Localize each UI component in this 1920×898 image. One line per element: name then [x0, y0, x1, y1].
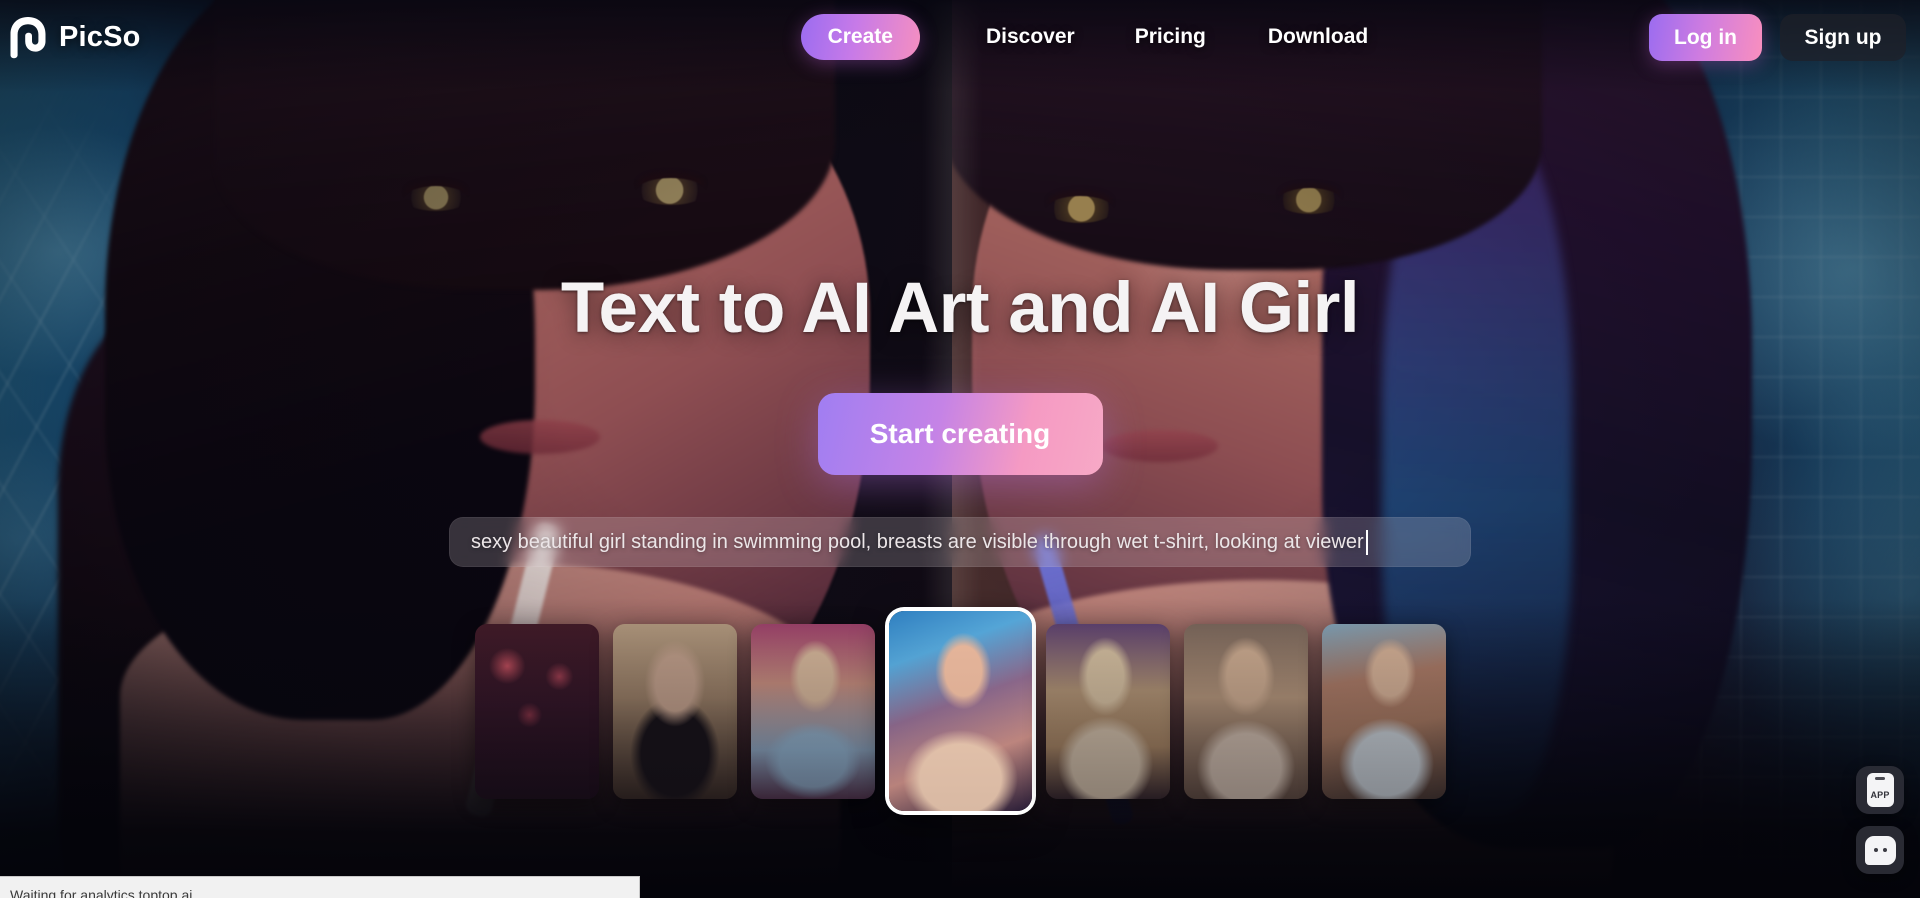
mobile-app-icon: APP	[1866, 773, 1894, 807]
create-button[interactable]: Create	[800, 14, 920, 60]
thumbnail-2[interactable]	[612, 623, 737, 799]
picso-logo-icon	[10, 17, 46, 59]
top-navigation-bar: PicSo Create Discover Pricing Download L…	[0, 0, 1920, 74]
nav-link-download[interactable]: Download	[1268, 17, 1368, 57]
floating-side-widgets: APP	[1856, 766, 1904, 874]
browser-status-bar: Waiting for analytics.toptop.ai...	[0, 876, 640, 898]
prompt-input[interactable]: sexy beautiful girl standing in swimming…	[449, 517, 1471, 567]
thumbnail-5[interactable]	[1045, 623, 1170, 799]
page-title: Text to AI Art and AI Girl	[560, 269, 1360, 348]
signup-button[interactable]: Sign up	[1780, 14, 1906, 61]
login-button[interactable]: Log in	[1649, 14, 1762, 61]
start-creating-button[interactable]: Start creating	[817, 393, 1103, 475]
thumbnail-7[interactable]	[1321, 623, 1446, 799]
thumbnail-6[interactable]	[1183, 623, 1308, 799]
nav-auth-group: Log in Sign up	[1649, 14, 1906, 61]
chat-dot-2	[1882, 848, 1887, 852]
thumbnail-strip	[474, 611, 1446, 811]
thumbnail-3[interactable]	[750, 623, 875, 799]
thumbnail-1[interactable]	[474, 623, 599, 799]
chat-support-button[interactable]	[1856, 826, 1904, 874]
app-download-button[interactable]: APP	[1856, 766, 1904, 814]
nav-link-discover[interactable]: Discover	[986, 17, 1075, 57]
status-text: Waiting for analytics.toptop.ai...	[10, 886, 205, 898]
chat-dot-1	[1873, 848, 1878, 852]
brand-logo[interactable]: PicSo	[8, 15, 141, 59]
nav-link-pricing[interactable]: Pricing	[1135, 17, 1206, 57]
prompt-input-value: sexy beautiful girl standing in swimming…	[471, 530, 1364, 553]
app-icon-label: APP	[1870, 790, 1890, 800]
picso-landing-page: PicSo Create Discover Pricing Download L…	[0, 0, 1920, 898]
brand-name: PicSo	[59, 20, 141, 53]
chat-bubble-icon	[1864, 835, 1896, 865]
thumbnail-4[interactable]	[888, 611, 1032, 811]
text-caret	[1365, 529, 1368, 555]
nav-center-group: Create Discover Pricing Download	[800, 14, 1368, 60]
